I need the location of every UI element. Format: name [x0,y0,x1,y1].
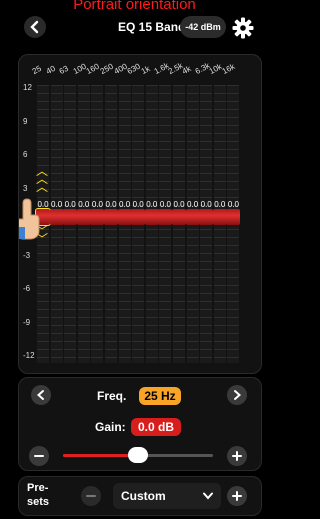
band-handle-40[interactable] [49,209,64,225]
band-handle-63[interactable] [63,209,78,225]
band-value-63: 0.0 [64,200,76,209]
gain-decrease-button[interactable] [29,446,49,466]
preset-dropdown[interactable]: Custom [113,483,221,509]
gain-slider-fill [63,454,138,457]
band-value-100: 0.0 [78,200,90,209]
gain-axis-label: -12 [23,351,35,360]
frequency-labels: 25 40 63 100 160 250 400 630 1k 1.6k 2.5k 4k 6.3k 10k… [19,59,261,81]
back-button[interactable] [24,16,46,38]
frequency-label-25: 25 [30,63,43,76]
gain-increase-button[interactable] [227,446,247,466]
next-band-button[interactable] [227,385,247,405]
band-handle-250[interactable] [104,209,118,225]
band-handle-10k[interactable] [212,209,227,225]
band-value-10k: 0.0 [214,200,226,209]
presets-label-line1: Pre- [27,482,49,494]
band-handle-4k[interactable] [185,209,200,225]
frequency-label-40: 40 [44,63,57,76]
frequency-label: Freq. [97,389,127,403]
level-readout: -42 dBm [180,16,226,38]
frequency-value: 25 Hz [139,387,181,405]
add-preset-button[interactable] [227,486,247,506]
gain-axis-label: 9 [23,116,28,126]
top-bar: EQ 15 Bands -42 dBm [0,14,269,44]
band-value-4k: 0.0 [187,200,199,209]
band-value-1.6k: 0.0 [159,200,171,209]
gear-icon[interactable] [232,17,254,39]
chevron-down-icon [203,492,213,500]
band-value-250: 0.0 [105,200,117,209]
gain-slider[interactable] [63,447,213,463]
plus-icon [232,491,242,501]
frequency-label-16k: 16k [221,61,237,76]
band-handle-160[interactable] [90,209,105,225]
band-value-630: 0.0 [132,200,144,209]
band-handle-1k[interactable] [144,209,159,225]
gain-axis-label: 6 [23,150,28,159]
presets-label: Pre- sets [27,481,49,509]
band-handle-100[interactable] [76,209,91,225]
band-value-40: 0.0 [51,200,63,209]
frequency-label-1k: 1k [139,64,152,76]
previous-band-button[interactable] [31,385,51,405]
frequency-label-63: 63 [57,63,71,76]
gain-value: 0.0 dB [131,418,181,436]
gain-axis-label: -3 [23,250,31,260]
band-value-400: 0.0 [119,200,131,209]
hand-pointer-icon [19,198,40,240]
presets-label-line2: sets [27,496,50,508]
chevron-up-icon: ︿ ︿ ︿ [36,164,49,194]
band-value-6.3k: 0.0 [200,200,212,209]
preset-selected: Custom [121,489,166,503]
remove-preset-button[interactable] [81,486,101,506]
band-handle-6.3k[interactable] [199,209,214,225]
chevron-right-icon [234,390,242,400]
band-handle-1.6k[interactable] [158,209,173,225]
gain-axis-label: 12 [23,83,32,92]
band-value-1k: 0.0 [146,200,158,209]
band-value-16k: 0.0 [227,200,239,209]
presets-panel: Pre- sets Custom [18,476,262,516]
gain-axis-label: -9 [23,317,31,327]
chevron-left-icon [30,20,39,34]
gain-label: Gain: [95,420,126,434]
band-value-2.5k: 0.0 [173,200,185,209]
frequency-label-4k: 4k [180,64,193,76]
band-value-160: 0.0 [91,200,103,209]
band-control-panel: Freq. 25 Hz Gain: 0.0 dB [18,377,262,471]
gain-axis-label: 3 [23,183,28,193]
plus-icon [232,451,242,461]
eq-panel: 25 40 63 100 160 250 400 630 1k 1.6k 2.5k 4k 6.3k 10k… [18,54,262,374]
band-handle-400[interactable] [117,209,132,225]
chevron-left-icon [36,390,44,400]
minus-icon [86,495,96,497]
minus-icon [34,455,44,457]
gain-axis-label: -6 [23,284,31,293]
orientation-caption: Portrait orientation [73,0,196,13]
band-handle-16k[interactable] [226,209,241,225]
band-handle-630[interactable] [131,209,146,225]
gain-slider-thumb[interactable] [128,447,148,463]
band-handle-2.5k[interactable] [172,209,186,225]
